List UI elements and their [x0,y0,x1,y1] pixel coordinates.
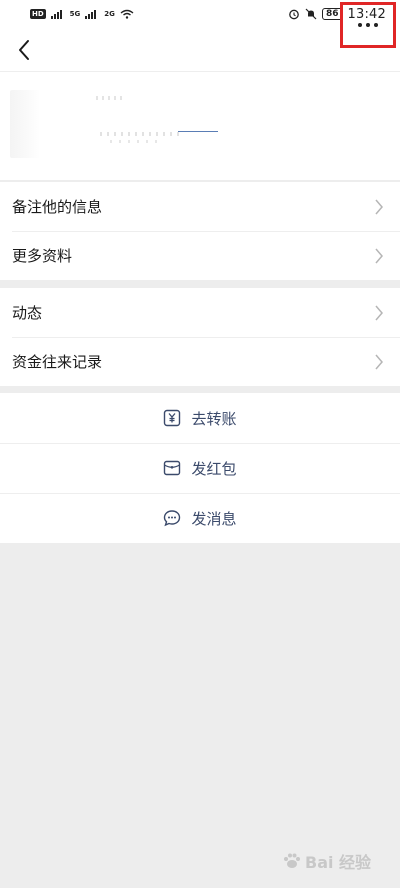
watermark: Bai 经验 [282,843,400,879]
chevron-right-icon [375,354,383,369]
transfer-button[interactable]: 去转账 [0,393,400,443]
action-label: 去转账 [191,409,237,428]
network-5g-label: 5G [69,9,81,18]
row-label: 备注他的信息 [12,198,103,216]
row-label: 更多资料 [12,247,73,265]
blurred-account-info [100,132,180,136]
action-label: 发消息 [191,509,237,528]
chevron-right-icon [375,248,383,263]
send-message-button[interactable]: 发消息 [0,493,400,543]
signal-icon [85,10,97,19]
wifi-icon [120,9,134,19]
row-moments[interactable]: 动态 [0,288,400,337]
blurred-region-info [110,140,160,143]
avatar[interactable] [10,90,40,158]
actions-section: 去转账 发红包 发消息 [0,393,400,543]
blurred-link [178,131,218,132]
chevron-left-icon [19,40,29,60]
more-dots-icon [358,23,378,27]
hd-badge: HD [30,9,46,19]
info-section: 备注他的信息 更多资料 [0,182,400,280]
blurred-name [96,96,122,100]
profile-card [0,72,400,180]
chevron-right-icon [375,305,383,320]
row-fund-records[interactable]: 资金往来记录 [0,337,400,386]
row-label: 资金往来记录 [12,353,103,371]
red-packet-icon [164,460,181,476]
row-remark-info[interactable]: 备注他的信息 [0,182,400,231]
paw-logo-icon [284,853,300,868]
action-label: 发红包 [191,459,237,478]
more-options-button[interactable] [340,2,396,48]
network-2g-label: 2G [104,9,115,18]
back-button[interactable] [10,36,38,64]
row-more-profile[interactable]: 更多资料 [0,231,400,280]
watermark-text: Bai 经验 [305,853,372,872]
chat-bubble-icon [164,510,181,527]
alarm-icon [289,9,299,20]
status-left: HD 5G 2G [30,9,134,19]
chevron-right-icon [375,199,383,214]
red-packet-button[interactable]: 发红包 [0,443,400,493]
mute-bell-icon [305,8,317,20]
activity-section: 动态 资金往来记录 [0,288,400,386]
row-label: 动态 [12,304,43,322]
signal-icon [50,10,62,19]
yuan-transfer-icon [164,409,181,427]
